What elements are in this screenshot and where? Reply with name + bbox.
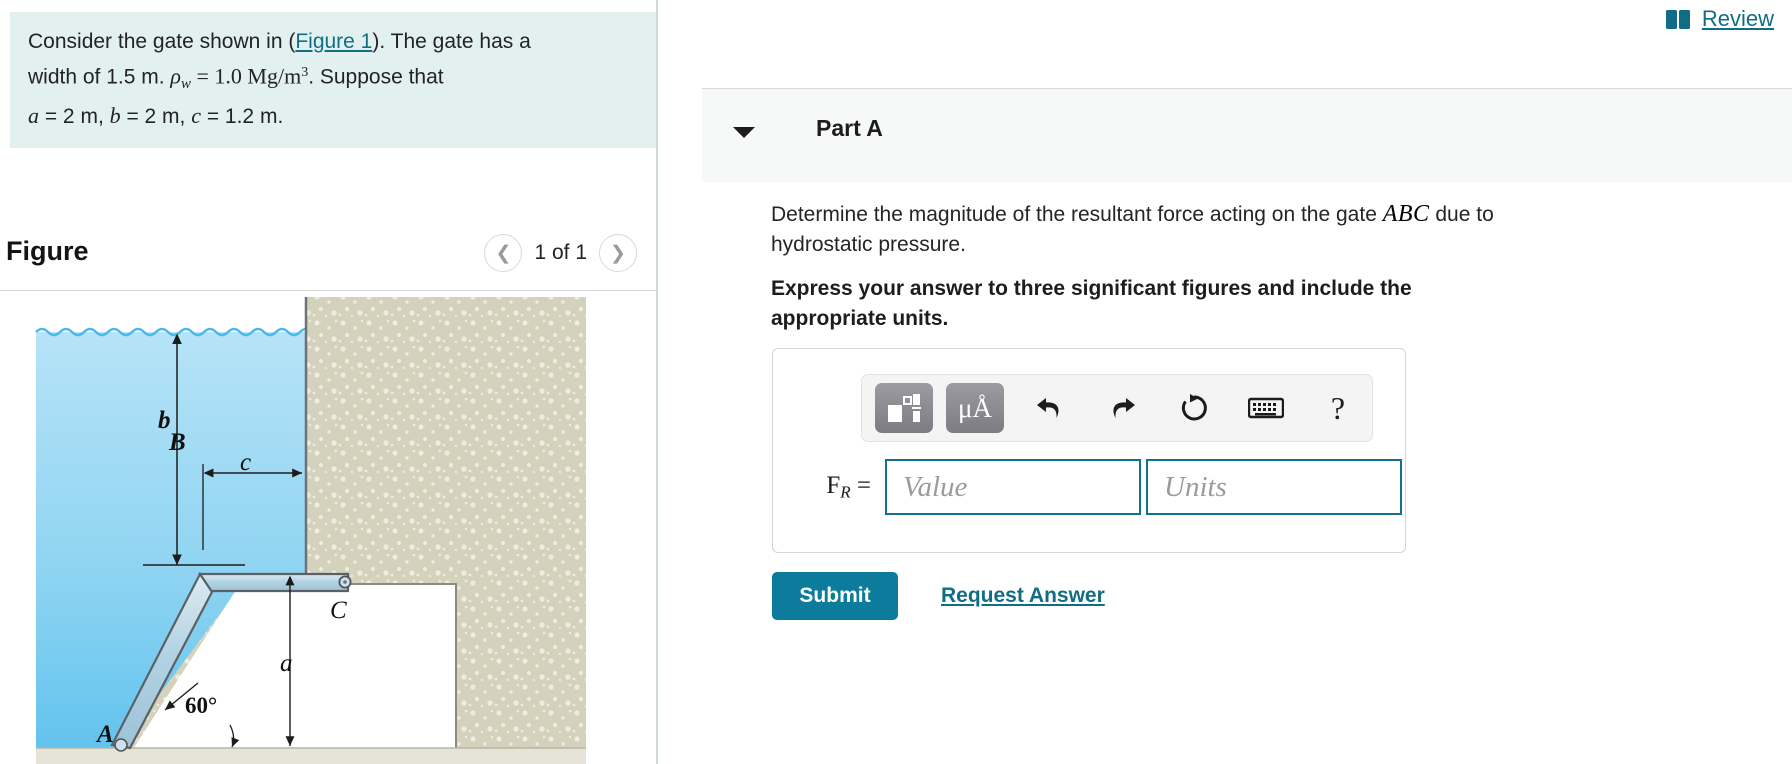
chevron-left-icon[interactable]: ❮ (484, 234, 523, 272)
figure-label-c: c (240, 449, 251, 476)
figure-label-angle: 60° (185, 693, 217, 718)
reset-button[interactable] (1168, 383, 1220, 433)
figure-label-a: a (280, 650, 293, 677)
submit-button[interactable]: Submit (772, 572, 898, 620)
request-answer-link[interactable]: Request Answer (941, 584, 1105, 608)
answer-instruction: Express your answer to three significant… (771, 277, 1412, 330)
gate-hydrostatic-diagram: b c B C a 60° A (35, 297, 586, 764)
answer-entry-row: FR = (773, 459, 1407, 515)
question-mark-icon: ? (1330, 389, 1346, 426)
figure-title: Figure (6, 236, 89, 266)
part-a-label: Part A (816, 115, 883, 141)
help-button[interactable]: ? (1312, 383, 1364, 433)
figure-label-B: B (168, 429, 186, 456)
density-value: = 1.0 Mg/m (190, 63, 302, 89)
c-value: = 1.2 m. (200, 104, 284, 128)
figure-label-C: C (330, 597, 347, 624)
review-label: Review (1701, 6, 1774, 31)
problem-statement-line-2: width of 1.5 m. ρw = 1.0 Mg/m3. Suppose … (28, 57, 700, 100)
figure-label-A: A (95, 721, 114, 748)
force-symbol: F (826, 471, 841, 499)
math-entry-toolbar: μÅ ? (861, 374, 1373, 442)
problem-statement-line-3: a = 2 m, b = 2 m, c = 1.2 m. (28, 100, 700, 132)
keyboard-button[interactable] (1240, 383, 1292, 433)
units-button[interactable]: μÅ (946, 383, 1004, 433)
math-template-button[interactable] (875, 383, 933, 433)
force-variable-label: FR = (773, 472, 885, 502)
statement-text: width of 1.5 m. (28, 65, 171, 89)
rho-subscript: w (180, 75, 191, 92)
figure-count-label: 1 of 1 (534, 241, 587, 264)
figure-divider (0, 290, 680, 291)
units-input[interactable] (1146, 459, 1402, 515)
b-symbol: b (109, 102, 121, 128)
question-text-lead: Determine the magnitude of the resultant… (771, 203, 1383, 226)
equals-sign: = (850, 471, 871, 499)
a-value: = 2 m, (39, 104, 110, 128)
answer-right-panel: Review Part A Determine the magnitude of… (658, 0, 1792, 764)
part-a-section-header[interactable]: Part A (702, 88, 1792, 182)
redo-arrow-icon (1113, 398, 1135, 418)
gate-label-abc: ABC (1382, 201, 1430, 227)
figure-1-link[interactable]: Figure 1 (295, 30, 372, 53)
force-subscript: R (840, 482, 851, 502)
review-link[interactable]: Review (1665, 6, 1774, 32)
b-value: = 2 m, (120, 104, 192, 128)
math-template-icon (888, 394, 921, 422)
problem-left-panel: Consider the gate shown in (Figure 1). T… (0, 0, 700, 764)
micro-angstrom-icon: μÅ (958, 392, 992, 423)
answer-actions: Submit Request Answer (772, 572, 1105, 620)
reset-circular-arrow-icon (1181, 394, 1207, 421)
mastering-physics-problem-page: Consider the gate shown in (Figure 1). T… (0, 0, 1792, 764)
figure-header: Figure ❮ 1 of 1 ❯ (0, 222, 700, 292)
rho-symbol: ρ (170, 63, 181, 89)
a-symbol: a (28, 102, 39, 128)
c-symbol: c (191, 102, 201, 128)
value-input[interactable] (885, 459, 1141, 515)
answer-input-panel: μÅ ? FR = Value Units (772, 348, 1406, 553)
chevron-right-icon[interactable]: ❯ (599, 234, 637, 272)
question-text: Determine the magnitude of the resultant… (771, 200, 1571, 260)
keyboard-icon (1248, 397, 1284, 419)
figure-navigation: ❮ 1 of 1 ❯ (484, 234, 637, 272)
statement-text: Consider the gate shown in ( (28, 30, 296, 53)
chevron-down-icon[interactable] (733, 127, 755, 138)
statement-text: ). The gate has a (372, 30, 531, 53)
book-icon (1665, 9, 1690, 29)
undo-arrow-icon (1037, 398, 1059, 418)
figure-image[interactable]: b c B C a 60° A (0, 293, 680, 764)
statement-text: . Suppose that (308, 65, 444, 89)
problem-statement-box: Consider the gate shown in (Figure 1). T… (10, 12, 700, 148)
problem-statement-line-1: Consider the gate shown in (Figure 1). T… (28, 26, 700, 57)
redo-button[interactable] (1096, 383, 1148, 433)
undo-button[interactable] (1024, 383, 1076, 433)
